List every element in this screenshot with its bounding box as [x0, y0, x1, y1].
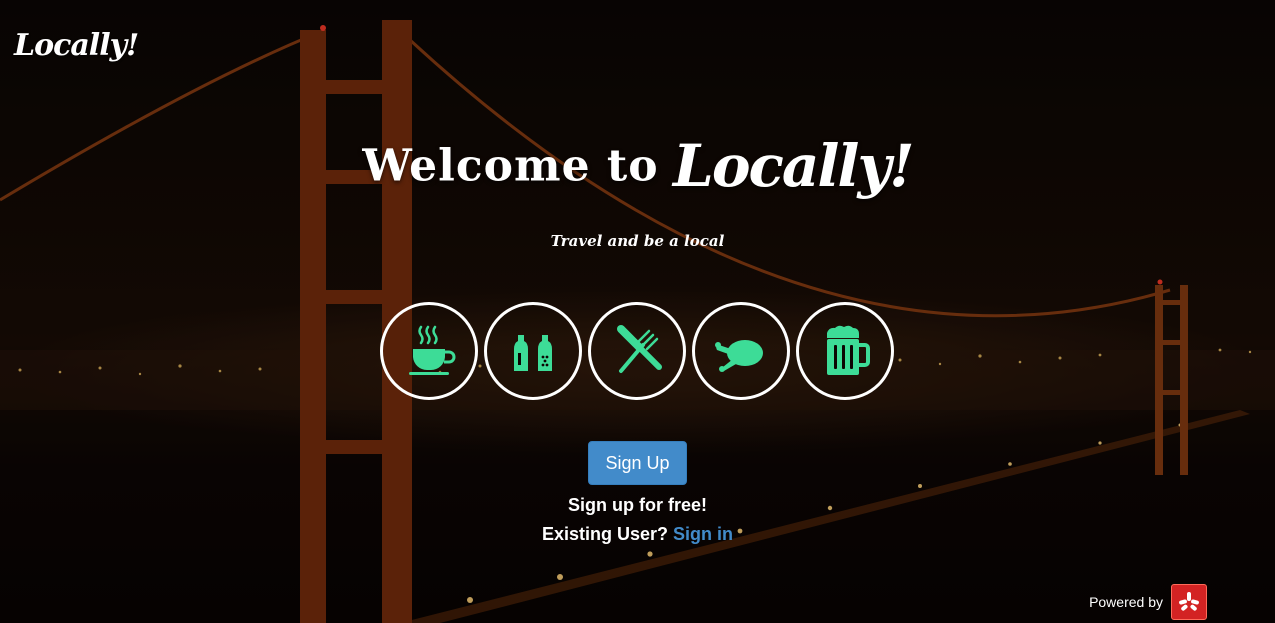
salt-pepper-category[interactable] [484, 302, 582, 400]
yelp-logo-icon[interactable] [1171, 584, 1207, 620]
restaurant-category[interactable] [588, 302, 686, 400]
bar-category[interactable] [796, 302, 894, 400]
page-title: Welcome to Locally! [0, 132, 1275, 200]
category-icons-row [380, 302, 894, 400]
existing-user-line: Existing User? Sign in [0, 524, 1275, 545]
yelp-burst-icon [1179, 592, 1199, 611]
title-welcome-text: Welcome to [362, 140, 659, 192]
salt-pepper-shakers-icon [514, 335, 552, 371]
hero-section: Welcome to Locally! Travel and be a loca… [0, 0, 1275, 623]
existing-user-label: Existing User? [541, 524, 669, 544]
beer-mug-icon [827, 325, 870, 375]
powered-by-label: Powered by [1089, 594, 1163, 610]
coffee-category[interactable] [380, 302, 478, 400]
coffee-cup-icon [409, 325, 456, 375]
title-brand-text: Locally! [673, 132, 915, 200]
signup-free-text: Sign up for free! [568, 495, 707, 515]
fork-knife-icon [617, 325, 662, 373]
powered-by: Powered by [1089, 584, 1207, 620]
tagline: Travel and be a local [550, 232, 725, 250]
sign-up-button[interactable]: Sign Up [588, 441, 687, 485]
roast-chicken-icon [715, 340, 763, 372]
meat-category[interactable] [692, 302, 790, 400]
sign-in-link[interactable]: Sign in [673, 524, 733, 544]
